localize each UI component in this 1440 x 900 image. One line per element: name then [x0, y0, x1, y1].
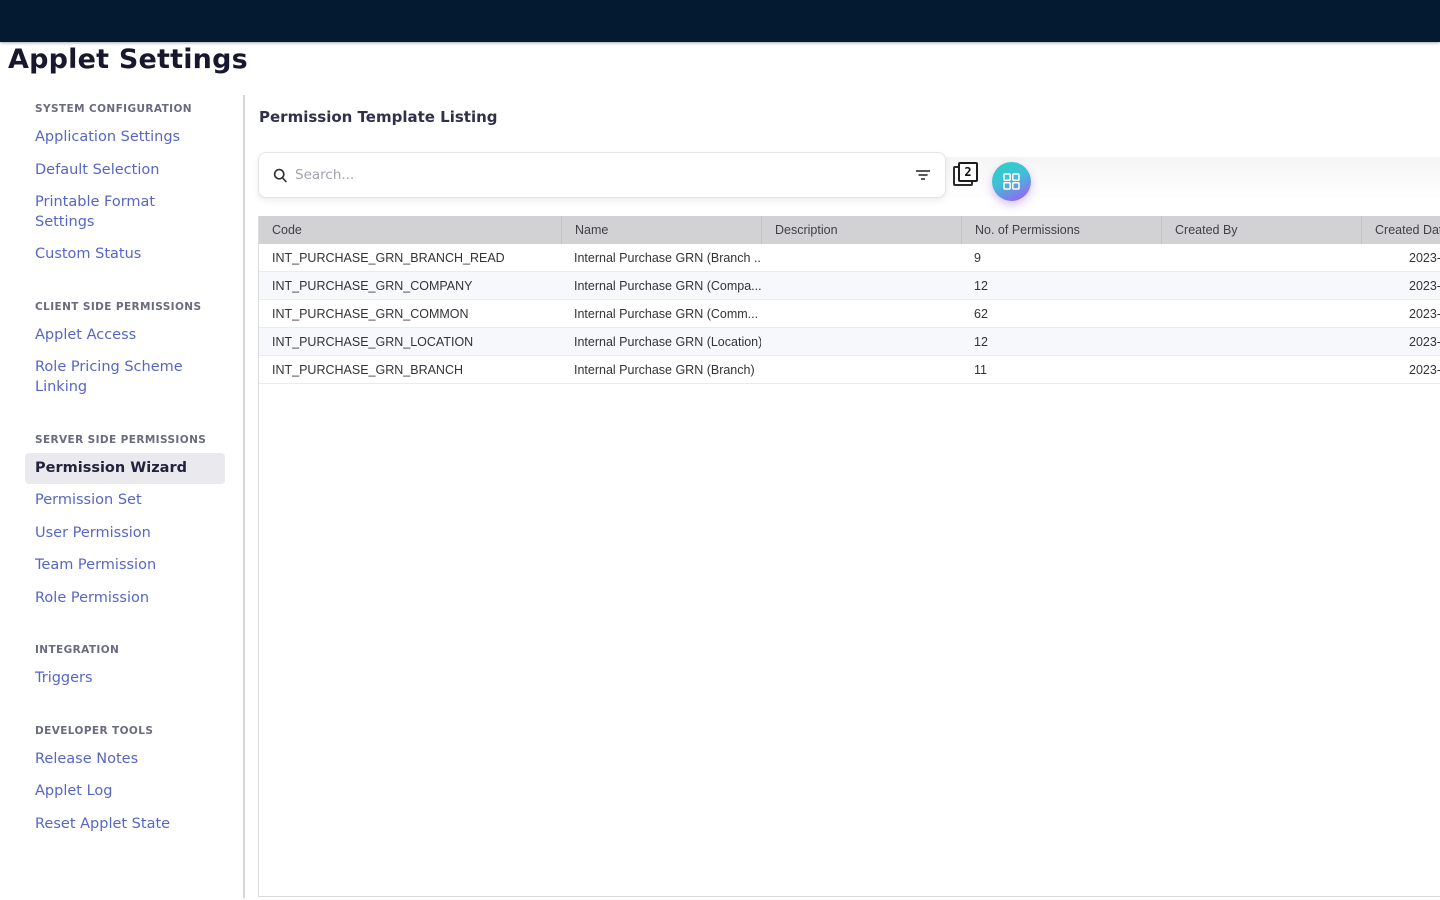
cell-created_by	[1161, 244, 1361, 271]
sidebar-section-label: SERVER SIDE PERMISSIONS	[0, 434, 243, 452]
sidebar-item-permission-wizard[interactable]: Permission Wizard	[25, 453, 225, 485]
grid-icon	[1003, 173, 1020, 190]
cell-no_of_permissions: 11	[961, 356, 1161, 383]
sidebar-item-applet-access[interactable]: Applet Access	[25, 320, 225, 352]
pages-count-button[interactable]: 2	[951, 160, 981, 190]
sidebar-section: SYSTEM CONFIGURATIONApplication Settings…	[0, 103, 243, 271]
cell-created_by	[1161, 300, 1361, 327]
cell-name: Internal Purchase GRN (Compa...	[561, 272, 761, 299]
sidebar-item-custom-status[interactable]: Custom Status	[25, 239, 225, 271]
sidebar-section-label: DEVELOPER TOOLS	[0, 725, 243, 743]
column-header-created-by[interactable]: Created By	[1161, 216, 1361, 244]
page-title: Applet Settings	[8, 44, 248, 75]
cell-code: INT_PURCHASE_GRN_LOCATION	[259, 328, 561, 355]
search-box[interactable]	[258, 152, 946, 198]
cell-code: INT_PURCHASE_GRN_BRANCH_READ	[259, 244, 561, 271]
cell-code: INT_PURCHASE_GRN_COMPANY	[259, 272, 561, 299]
grid-view-button[interactable]	[992, 162, 1031, 201]
pages-badge: 2	[964, 165, 971, 179]
cell-name: Internal Purchase GRN (Location)	[561, 328, 761, 355]
cell-created_date: 2023-0	[1361, 328, 1440, 355]
cell-code: INT_PURCHASE_GRN_COMMON	[259, 300, 561, 327]
cell-description	[761, 356, 961, 383]
cell-created_date: 2023-0	[1361, 272, 1440, 299]
sidebar-item-role-permission[interactable]: Role Permission	[25, 583, 225, 615]
cell-description	[761, 244, 961, 271]
cell-no_of_permissions: 62	[961, 300, 1161, 327]
sidebar-sections: SYSTEM CONFIGURATIONApplication Settings…	[0, 103, 243, 841]
sidebar-item-applet-log[interactable]: Applet Log	[25, 776, 225, 808]
column-header-name[interactable]: Name	[561, 216, 761, 244]
filter-icon[interactable]	[915, 169, 931, 181]
sidebar-section-label: SYSTEM CONFIGURATION	[0, 103, 243, 121]
table-row[interactable]: INT_PURCHASE_GRN_COMPANYInternal Purchas…	[259, 272, 1440, 300]
top-navigation-bar	[0, 0, 1440, 42]
sidebar-item-printable-format-settings[interactable]: Printable Format Settings	[25, 187, 225, 238]
cell-created_date: 2023-0	[1361, 300, 1440, 327]
sidebar-item-release-notes[interactable]: Release Notes	[25, 744, 225, 776]
pages-icon: 2	[958, 162, 978, 182]
sidebar-section: CLIENT SIDE PERMISSIONSApplet AccessRole…	[0, 301, 243, 404]
permission-template-table: CodeNameDescriptionNo. of PermissionsCre…	[258, 216, 1440, 897]
cell-description	[761, 300, 961, 327]
table-row[interactable]: INT_PURCHASE_GRN_BRANCH_READInternal Pur…	[259, 244, 1440, 272]
sidebar-item-application-settings[interactable]: Application Settings	[25, 122, 225, 154]
sidebar-item-reset-applet-state[interactable]: Reset Applet State	[25, 809, 225, 841]
cell-created_date: 2023-0	[1361, 244, 1440, 271]
listing-heading: Permission Template Listing	[259, 108, 498, 126]
column-header-description[interactable]: Description	[761, 216, 961, 244]
cell-description	[761, 272, 961, 299]
sidebar-section-label: INTEGRATION	[0, 644, 243, 662]
search-input[interactable]	[295, 167, 915, 183]
column-header-code[interactable]: Code	[259, 216, 561, 244]
cell-name: Internal Purchase GRN (Branch)	[561, 356, 761, 383]
table-body: INT_PURCHASE_GRN_BRANCH_READInternal Pur…	[259, 244, 1440, 384]
cell-name: Internal Purchase GRN (Comm...	[561, 300, 761, 327]
cell-code: INT_PURCHASE_GRN_BRANCH	[259, 356, 561, 383]
table-row[interactable]: INT_PURCHASE_GRN_BRANCHInternal Purchase…	[259, 356, 1440, 384]
sidebar-item-team-permission[interactable]: Team Permission	[25, 550, 225, 582]
cell-no_of_permissions: 12	[961, 272, 1161, 299]
sidebar-item-default-selection[interactable]: Default Selection	[25, 155, 225, 187]
search-icon	[273, 168, 288, 183]
cell-no_of_permissions: 9	[961, 244, 1161, 271]
table-row[interactable]: INT_PURCHASE_GRN_LOCATIONInternal Purcha…	[259, 328, 1440, 356]
cell-name: Internal Purchase GRN (Branch ...	[561, 244, 761, 271]
sidebar-item-permission-set[interactable]: Permission Set	[25, 485, 225, 517]
cell-created_by	[1161, 272, 1361, 299]
cell-created_by	[1161, 356, 1361, 383]
cell-created_date: 2023-0	[1361, 356, 1440, 383]
cell-description	[761, 328, 961, 355]
sidebar-section: INTEGRATIONTriggers	[0, 644, 243, 695]
sidebar-item-role-pricing-scheme-linking[interactable]: Role Pricing Scheme Linking	[25, 352, 225, 403]
sidebar-section: DEVELOPER TOOLSRelease NotesApplet LogRe…	[0, 725, 243, 841]
table-row[interactable]: INT_PURCHASE_GRN_COMMONInternal Purchase…	[259, 300, 1440, 328]
sidebar-item-user-permission[interactable]: User Permission	[25, 518, 225, 550]
sidebar: SYSTEM CONFIGURATIONApplication Settings…	[0, 95, 245, 898]
sidebar-section-label: CLIENT SIDE PERMISSIONS	[0, 301, 243, 319]
cell-no_of_permissions: 12	[961, 328, 1161, 355]
sidebar-section: SERVER SIDE PERMISSIONSPermission Wizard…	[0, 434, 243, 615]
table-header-row: CodeNameDescriptionNo. of PermissionsCre…	[259, 216, 1440, 244]
sidebar-item-triggers[interactable]: Triggers	[25, 663, 225, 695]
column-header-created-date[interactable]: Created Date	[1361, 216, 1440, 244]
column-header-no-of-permissions[interactable]: No. of Permissions	[961, 216, 1161, 244]
cell-created_by	[1161, 328, 1361, 355]
